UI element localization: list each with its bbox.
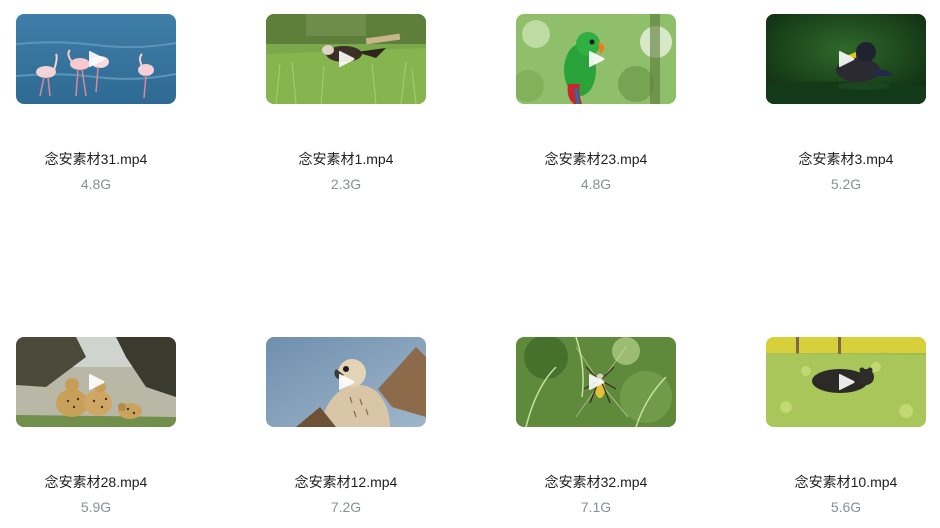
video-thumbnail[interactable] [766, 14, 926, 104]
video-file-name[interactable]: 念安素材12.mp4 [266, 473, 426, 491]
video-file-size: 4.8G [580, 176, 612, 192]
play-icon[interactable] [335, 48, 357, 70]
video-card[interactable]: 念安素材28.mp4 5.9G [16, 337, 176, 516]
video-file-size: 7.1G [580, 499, 612, 515]
video-file-name[interactable]: 念安素材10.mp4 [766, 473, 926, 491]
play-icon[interactable] [85, 48, 107, 70]
video-file-name[interactable]: 念安素材32.mp4 [516, 473, 676, 491]
video-file-name[interactable]: 念安素材31.mp4 [16, 150, 176, 168]
video-card[interactable]: 念安素材32.mp4 7.1G [516, 337, 676, 516]
play-icon[interactable] [585, 48, 607, 70]
video-thumbnail[interactable] [266, 14, 426, 104]
video-file-size: 2.3G [330, 176, 362, 192]
video-thumbnail[interactable] [16, 337, 176, 427]
video-thumbnail[interactable] [16, 14, 176, 104]
video-file-size: 4.8G [80, 176, 112, 192]
video-file-name[interactable]: 念安素材23.mp4 [516, 150, 676, 168]
video-thumbnail[interactable] [766, 337, 926, 427]
video-file-name[interactable]: 念安素材3.mp4 [766, 150, 926, 168]
video-file-name[interactable]: 念安素材1.mp4 [266, 150, 426, 168]
video-thumbnail[interactable] [266, 337, 426, 427]
video-card[interactable]: 念安素材31.mp4 4.8G [16, 14, 176, 193]
video-file-name[interactable]: 念安素材28.mp4 [16, 473, 176, 491]
play-icon[interactable] [585, 371, 607, 393]
video-card[interactable]: 念安素材23.mp4 4.8G [516, 14, 676, 193]
video-file-size: 7.2G [330, 499, 362, 515]
video-file-size: 5.6G [830, 499, 862, 515]
video-card[interactable]: 念安素材12.mp4 7.2G [266, 337, 426, 516]
video-thumbnail[interactable] [516, 337, 676, 427]
video-thumbnail[interactable] [516, 14, 676, 104]
video-card[interactable]: 念安素材1.mp4 2.3G [266, 14, 426, 193]
play-icon[interactable] [835, 371, 857, 393]
video-card[interactable]: 念安素材10.mp4 5.6G [766, 337, 926, 516]
video-file-size: 5.2G [830, 176, 862, 192]
play-icon[interactable] [335, 371, 357, 393]
video-card[interactable]: 念安素材3.mp4 5.2G [766, 14, 926, 193]
play-icon[interactable] [835, 48, 857, 70]
video-file-size: 5.9G [80, 499, 112, 515]
video-grid: 念安素材31.mp4 4.8G 念安素材1.mp4 2.3G 念安素材23.mp… [0, 0, 940, 528]
play-icon[interactable] [85, 371, 107, 393]
